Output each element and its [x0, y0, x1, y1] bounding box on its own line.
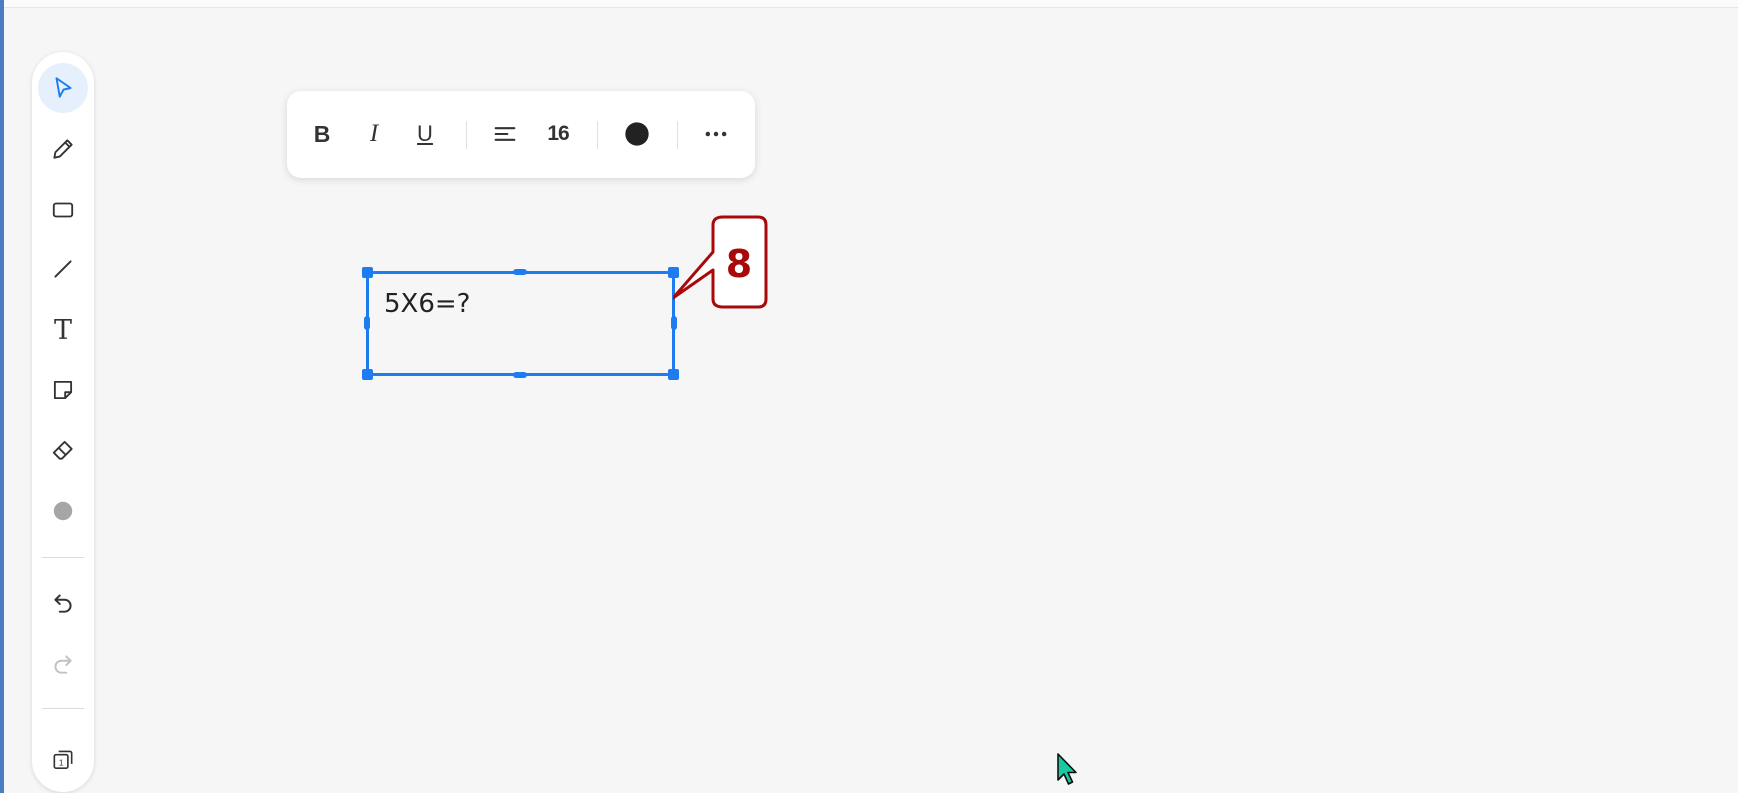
italic-button[interactable]: I	[354, 113, 394, 155]
rectangle-tool-button[interactable]	[38, 185, 88, 235]
text-tool-button[interactable]: T	[38, 305, 88, 355]
window-left-edge	[0, 0, 4, 793]
line-icon	[54, 260, 72, 278]
resize-handle-top[interactable]	[513, 269, 527, 275]
tool-palette: T 1	[32, 52, 94, 792]
pages-count: 1	[59, 758, 64, 768]
pencil-icon	[53, 139, 73, 159]
align-left-icon	[494, 127, 516, 141]
sticky-note-tool-button[interactable]	[38, 365, 88, 415]
eraser-tool-button[interactable]	[38, 425, 88, 475]
font-size-button[interactable]: 16	[538, 113, 578, 155]
text-icon: T	[53, 314, 72, 346]
more-options-button[interactable]	[696, 113, 736, 155]
selected-text-box[interactable]: 5X6=?	[362, 267, 679, 380]
resize-handle-left[interactable]	[364, 316, 370, 330]
underline-button[interactable]: U	[405, 113, 445, 155]
annotation-label: 8	[725, 242, 753, 286]
pages-icon: 1	[53, 750, 73, 770]
pointer-icon	[55, 77, 72, 98]
toolbar-divider	[42, 708, 84, 709]
format-divider	[466, 121, 467, 149]
redo-button[interactable]	[38, 639, 88, 689]
select-tool-button[interactable]	[38, 63, 88, 113]
redo-icon	[54, 655, 72, 674]
resize-handle-top-left[interactable]	[362, 267, 373, 278]
line-tool-button[interactable]	[38, 244, 88, 294]
text-format-toolbar: B I U 16	[287, 91, 755, 178]
resize-handle-bottom-left[interactable]	[362, 369, 373, 380]
text-box-content[interactable]: 5X6=?	[384, 289, 470, 319]
top-bar	[4, 0, 1738, 8]
rectangle-icon	[52, 202, 74, 218]
resize-handle-right[interactable]	[671, 316, 677, 330]
undo-button[interactable]	[38, 578, 88, 628]
bold-button[interactable]: B	[302, 113, 342, 155]
pen-tool-button[interactable]	[38, 124, 88, 174]
color-dot-icon	[625, 122, 649, 146]
sticky-note-icon	[53, 380, 73, 400]
pages-button[interactable]: 1	[38, 734, 88, 784]
resize-handle-bottom-right[interactable]	[668, 369, 679, 380]
undo-icon	[54, 594, 72, 613]
format-divider	[597, 121, 598, 149]
text-color-button[interactable]	[617, 113, 657, 155]
format-divider	[677, 121, 678, 149]
mouse-cursor-icon	[1057, 753, 1077, 785]
more-horizontal-icon	[705, 131, 727, 137]
toolbar-divider	[42, 557, 84, 558]
eraser-icon	[52, 440, 73, 460]
color-dot-icon	[53, 501, 73, 521]
align-button[interactable]	[485, 113, 525, 155]
annotation-callout: 8	[673, 215, 777, 317]
resize-handle-bottom[interactable]	[513, 372, 527, 378]
color-tool-button[interactable]	[38, 486, 88, 536]
